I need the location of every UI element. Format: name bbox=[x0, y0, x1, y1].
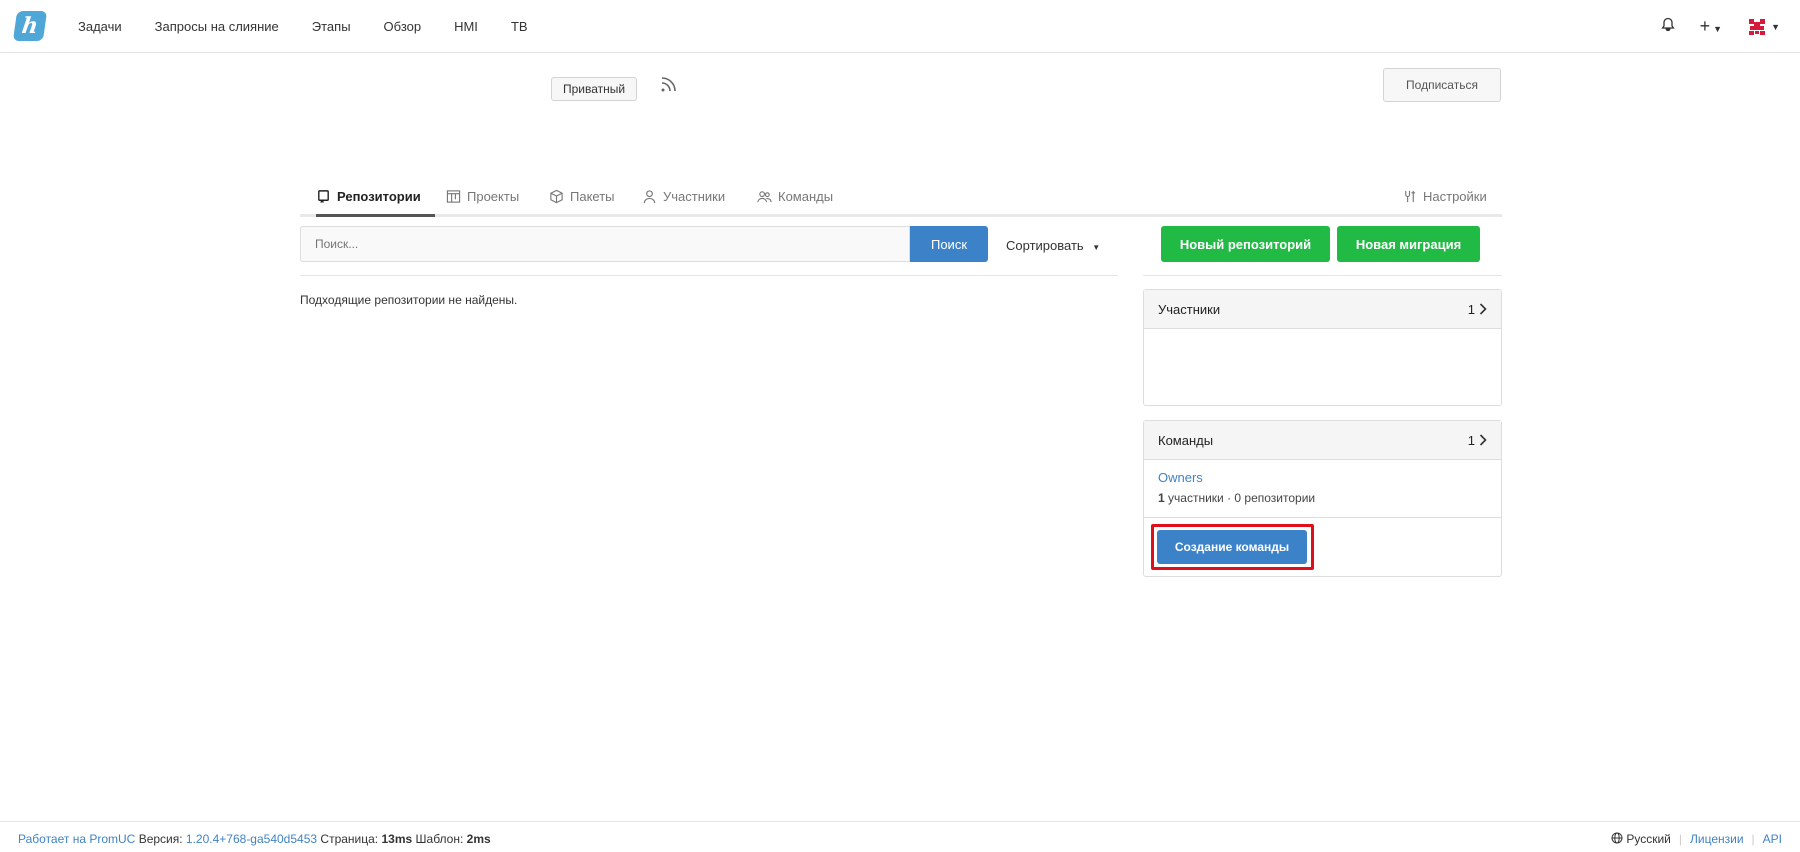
chevron-right-icon bbox=[1479, 434, 1487, 446]
teams-count: 1 bbox=[1468, 433, 1487, 448]
tab-members[interactable]: Участники bbox=[642, 178, 725, 214]
logo-icon[interactable]: h bbox=[12, 11, 48, 41]
search-button[interactable]: Поиск bbox=[910, 226, 988, 262]
tab-label: Пакеты bbox=[570, 188, 615, 204]
subscribe-button[interactable]: Подписаться bbox=[1383, 68, 1501, 102]
tab-projects[interactable]: Проекты bbox=[446, 178, 519, 214]
tools-icon bbox=[1405, 190, 1416, 202]
chevron-right-icon bbox=[1479, 303, 1487, 315]
sort-dropdown[interactable]: Сортировать ▼ bbox=[1006, 238, 1100, 253]
count-value: 1 bbox=[1467, 432, 1475, 448]
people-icon bbox=[757, 190, 772, 202]
template-label: Шаблон: bbox=[415, 832, 464, 846]
team-meta: 1 участники · 0 репозитории bbox=[1158, 491, 1487, 505]
separator: | bbox=[1751, 832, 1755, 846]
new-migration-button[interactable]: Новая миграция bbox=[1337, 226, 1480, 262]
tab-label: Настройки bbox=[1423, 188, 1487, 204]
template-time: 2ms bbox=[466, 832, 491, 846]
members-count: 1 bbox=[1468, 302, 1487, 317]
team-members-count: 1 bbox=[1158, 491, 1165, 505]
page-label: Страница: bbox=[320, 832, 379, 846]
top-navbar: h Задачи Запросы на слияние Этапы Обзор … bbox=[0, 0, 1800, 53]
team-link-owners[interactable]: Owners bbox=[1158, 470, 1487, 485]
members-panel-title: Участники bbox=[1158, 301, 1221, 317]
tab-teams[interactable]: Команды bbox=[757, 178, 833, 214]
bell-icon[interactable] bbox=[1660, 17, 1676, 36]
version-link[interactable]: 1.20.4+768-ga540d5453 bbox=[186, 832, 317, 846]
version-label: Версия: bbox=[138, 832, 183, 846]
caret-down-icon: ▼ bbox=[1713, 24, 1723, 34]
team-list-item: Owners 1 участники · 0 репозитории bbox=[1144, 460, 1501, 518]
tab-repositories[interactable]: Репозитории bbox=[316, 178, 435, 217]
project-icon bbox=[446, 189, 461, 203]
create-team-button[interactable]: Создание команды bbox=[1157, 530, 1307, 564]
team-meta-text: участники · 0 репозитории bbox=[1168, 491, 1316, 505]
create-new-menu[interactable]: + ▼ bbox=[1700, 16, 1722, 37]
language-menu[interactable]: Русский bbox=[1611, 832, 1671, 846]
tab-label: Участники bbox=[663, 188, 726, 204]
tab-settings[interactable]: Настройки bbox=[1402, 178, 1487, 214]
caret-down-icon: ▼ bbox=[1771, 21, 1780, 32]
licenses-link[interactable]: Лицензии bbox=[1690, 832, 1744, 846]
sort-label: Сортировать bbox=[1006, 238, 1084, 253]
empty-repo-message: Подходящие репозитории не найдены. bbox=[300, 293, 518, 307]
footer-links: Русский | Лицензии | API bbox=[1611, 832, 1782, 846]
page-time: 13ms bbox=[381, 832, 413, 846]
nav-milestones[interactable]: Этапы bbox=[312, 19, 351, 34]
caret-down-icon: ▼ bbox=[1092, 243, 1101, 252]
org-tabs: Репозитории Проекты Пакеты Участники Ком… bbox=[300, 178, 1502, 217]
private-badge: Приватный bbox=[551, 77, 638, 101]
nav-explore[interactable]: Обзор bbox=[384, 19, 422, 34]
nav-hmi[interactable]: HMI bbox=[454, 19, 478, 34]
plus-icon: + bbox=[1699, 16, 1711, 36]
divider bbox=[300, 275, 1118, 276]
user-menu-area: + ▼ ▼ bbox=[1660, 0, 1780, 53]
avatar bbox=[1746, 15, 1769, 38]
new-repository-button[interactable]: Новый репозиторий bbox=[1161, 226, 1330, 262]
tab-label: Проекты bbox=[467, 188, 520, 204]
teams-panel-header[interactable]: Команды 1 bbox=[1144, 421, 1501, 460]
tab-packages[interactable]: Пакеты bbox=[549, 178, 615, 214]
divider bbox=[1143, 275, 1502, 276]
members-panel: Участники 1 bbox=[1143, 289, 1502, 406]
main-nav: Задачи Запросы на слияние Этапы Обзор HM… bbox=[78, 0, 528, 53]
user-avatar-menu[interactable]: ▼ bbox=[1746, 15, 1780, 38]
teams-panel-title: Команды bbox=[1158, 432, 1214, 448]
powered-by-link[interactable]: Работает на PromUC bbox=[18, 832, 135, 846]
members-panel-header[interactable]: Участники 1 bbox=[1144, 290, 1501, 329]
tab-label: Репозитории bbox=[337, 188, 421, 204]
rss-icon[interactable] bbox=[660, 75, 678, 96]
repo-search-form: Поиск bbox=[300, 226, 988, 262]
nav-pull-requests[interactable]: Запросы на слияние bbox=[155, 19, 279, 34]
repo-icon bbox=[318, 189, 329, 203]
package-icon bbox=[550, 189, 563, 203]
footer: Работает на PromUC Версия: 1.20.4+768-ga… bbox=[0, 821, 1800, 852]
globe-icon bbox=[1611, 832, 1623, 844]
count-value: 1 bbox=[1467, 301, 1475, 317]
nav-issues[interactable]: Задачи bbox=[78, 19, 122, 34]
footer-info: Работает на PromUC Версия: 1.20.4+768-ga… bbox=[18, 832, 491, 846]
person-icon bbox=[643, 189, 656, 203]
tab-label: Команды bbox=[778, 188, 834, 204]
api-link[interactable]: API bbox=[1763, 832, 1782, 846]
search-input[interactable] bbox=[300, 226, 910, 262]
separator: | bbox=[1678, 832, 1682, 846]
language-label: Русский bbox=[1626, 832, 1671, 846]
nav-tb[interactable]: TB bbox=[511, 19, 528, 34]
